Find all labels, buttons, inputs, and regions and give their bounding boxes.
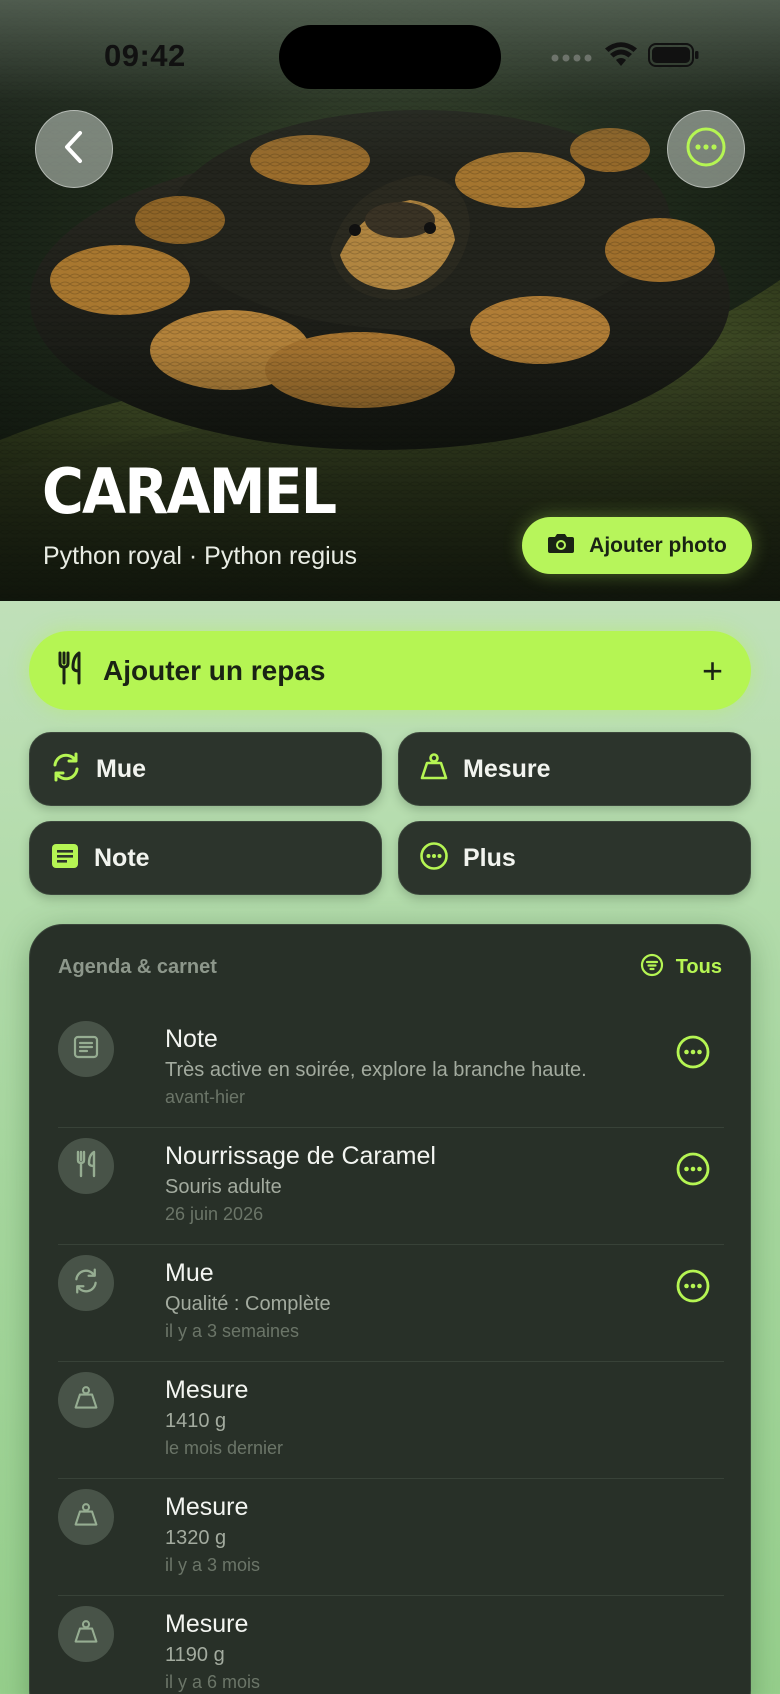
agenda-filter-label: Tous bbox=[675, 956, 722, 978]
agenda-entry[interactable]: Mue Qualité : Complète il y a 3 semaines bbox=[58, 1245, 724, 1362]
ellipsis-circle-icon bbox=[419, 841, 449, 876]
tile-label: Mue bbox=[96, 754, 146, 783]
pet-name: CARAMEL bbox=[42, 455, 337, 528]
tile-label: Mesure bbox=[463, 754, 551, 783]
entry-icon-bubble bbox=[58, 1255, 114, 1311]
pet-species: Python royal · Python regius bbox=[43, 542, 358, 570]
entry-subtitle: 1320 g bbox=[165, 1527, 227, 1549]
agenda-card: Agenda & carnet Tous Note Très active en… bbox=[29, 924, 751, 1694]
tile-label: Note bbox=[94, 843, 150, 872]
entry-time: il y a 6 mois bbox=[165, 1672, 261, 1692]
entry-title: Mesure bbox=[165, 1376, 249, 1404]
weight-scale-icon bbox=[73, 1502, 99, 1533]
agenda-entry[interactable]: Nourrissage de Caramel Souris adulte 26 … bbox=[58, 1128, 724, 1245]
agenda-filter-button[interactable]: Tous bbox=[640, 953, 722, 982]
note-icon bbox=[73, 1035, 99, 1064]
agenda-entry[interactable]: Note Très active en soirée, explore la b… bbox=[58, 1011, 724, 1128]
entry-title: Mue bbox=[165, 1259, 214, 1287]
plus-icon: + bbox=[701, 649, 723, 691]
entry-title: Nourrissage de Caramel bbox=[165, 1142, 436, 1170]
ellipsis-circle-icon bbox=[685, 126, 727, 173]
entry-subtitle: 1410 g bbox=[165, 1410, 227, 1432]
signal-icon bbox=[550, 48, 594, 67]
fork-knife-icon bbox=[75, 1150, 97, 1183]
agenda-entry[interactable]: Mesure 1190 g il y a 6 mois bbox=[58, 1596, 724, 1694]
chevron-left-icon bbox=[60, 129, 88, 170]
tile-label: Plus bbox=[463, 843, 516, 872]
battery-icon bbox=[648, 42, 700, 73]
wifi-icon bbox=[604, 42, 638, 73]
note-icon bbox=[50, 842, 80, 875]
more-actions-button[interactable]: Plus bbox=[398, 821, 751, 895]
agenda-title: Agenda & carnet bbox=[58, 956, 217, 978]
add-meal-button[interactable]: Ajouter un repas + bbox=[29, 631, 751, 710]
entry-subtitle: Qualité : Complète bbox=[165, 1293, 331, 1315]
entry-icon-bubble bbox=[58, 1372, 114, 1428]
add-photo-button[interactable]: Ajouter photo bbox=[522, 517, 752, 574]
entry-title: Mesure bbox=[165, 1493, 249, 1521]
weight-scale-icon bbox=[73, 1619, 99, 1650]
entry-icon-bubble bbox=[58, 1021, 114, 1077]
status-icons bbox=[550, 42, 700, 73]
agenda-header: Agenda & carnet Tous bbox=[58, 953, 722, 982]
shed-cycle-icon bbox=[50, 751, 82, 788]
entry-icon-bubble bbox=[58, 1138, 114, 1194]
entry-icon-bubble bbox=[58, 1606, 114, 1662]
add-photo-label: Ajouter photo bbox=[589, 533, 727, 557]
back-button[interactable] bbox=[35, 110, 113, 188]
dynamic-island bbox=[279, 25, 501, 89]
filter-icon bbox=[640, 953, 664, 982]
more-options-button[interactable] bbox=[667, 110, 745, 188]
fork-knife-icon bbox=[57, 651, 83, 690]
entry-subtitle: 1190 g bbox=[165, 1644, 225, 1666]
add-note-button[interactable]: Note bbox=[29, 821, 382, 895]
add-meal-label: Ajouter un repas bbox=[103, 654, 326, 686]
entry-time: il y a 3 mois bbox=[165, 1555, 261, 1575]
weight-scale-icon bbox=[419, 752, 449, 787]
weight-scale-icon bbox=[73, 1385, 99, 1416]
entry-menu-button[interactable] bbox=[676, 1152, 710, 1191]
entry-menu-button[interactable] bbox=[676, 1035, 710, 1074]
add-shed-button[interactable]: Mue bbox=[29, 732, 382, 806]
shed-cycle-icon bbox=[72, 1267, 100, 1300]
entry-time: avant-hier bbox=[165, 1087, 246, 1107]
agenda-entry[interactable]: Mesure 1410 g le mois dernier bbox=[58, 1362, 724, 1479]
entry-subtitle: Très active en soirée, explore la branch… bbox=[165, 1059, 587, 1081]
entry-time: le mois dernier bbox=[165, 1438, 284, 1458]
add-measure-button[interactable]: Mesure bbox=[398, 732, 751, 806]
entry-icon-bubble bbox=[58, 1489, 114, 1545]
entry-menu-button[interactable] bbox=[676, 1269, 710, 1308]
entry-time: il y a 3 semaines bbox=[165, 1321, 300, 1341]
camera-icon bbox=[547, 532, 575, 559]
entry-title: Note bbox=[165, 1025, 218, 1053]
entry-title: Mesure bbox=[165, 1610, 249, 1638]
status-time: 09:42 bbox=[104, 38, 186, 73]
entry-subtitle: Souris adulte bbox=[165, 1176, 282, 1198]
agenda-entry[interactable]: Mesure 1320 g il y a 3 mois bbox=[58, 1479, 724, 1596]
entry-time: 26 juin 2026 bbox=[165, 1204, 264, 1224]
